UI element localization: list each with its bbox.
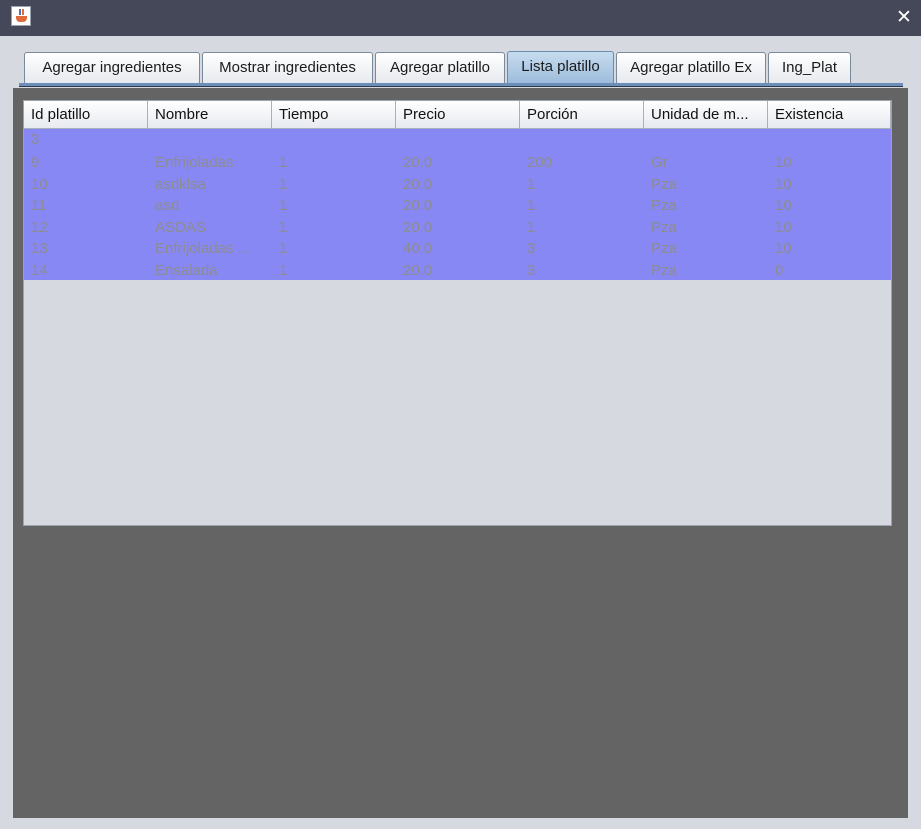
cell-unidad: Gr <box>651 154 668 171</box>
cell-tiempo: 1 <box>279 262 288 279</box>
java-cup-icon <box>11 6 31 26</box>
table-row[interactable]: 11 asd 1 20.0 1 Pza 10 <box>24 195 891 216</box>
cell-tiempo: 1 <box>279 176 288 193</box>
cell-porcion: 1 <box>527 176 536 193</box>
cell-precio: 40.0 <box>403 240 433 257</box>
cell-nombre: ASDAS <box>155 219 206 236</box>
cell-id-platillo: 12 <box>31 219 48 236</box>
cell-porcion: 3 <box>527 240 536 257</box>
cell-precio: 20.0 <box>403 219 433 236</box>
tab-mostrar-ingredientes[interactable]: Mostrar ingredientes <box>202 52 373 83</box>
cell-porcion: 1 <box>527 219 536 236</box>
cell-existencia <box>768 129 891 150</box>
column-header-unidad-de-medida[interactable]: Unidad de m... <box>644 101 768 129</box>
cell-id-platillo: 11 <box>31 197 47 214</box>
table-body: 3 9 Enfrijoladas 1 20.0 200 Gr 10 10 asd… <box>24 129 891 280</box>
tab-lista-platillo[interactable]: Lista platillo <box>507 51 614 83</box>
cell-unidad: Pza <box>651 219 677 236</box>
cell-id-platillo: 9 <box>31 154 40 171</box>
cell-precio: 20.0 <box>403 262 433 279</box>
table-row[interactable]: 14 Ensalada 1 20.0 3 Pza 0 <box>24 260 891 281</box>
tab-agregar-platillo-ex[interactable]: Agregar platillo Ex <box>616 52 766 83</box>
cell-existencia: 10 <box>775 176 792 193</box>
cell-tiempo: 1 <box>279 197 288 214</box>
cell-unidad <box>644 129 768 150</box>
table-header: Id platillo Nombre Tiempo Precio Porción… <box>24 101 891 129</box>
cell-precio: 20.0 <box>403 176 433 193</box>
table-row[interactable]: 12 ASDAS 1 20.0 1 Pza 10 <box>24 217 891 238</box>
cell-porcion: 3 <box>527 262 536 279</box>
cell-tiempo: 1 <box>279 240 288 257</box>
column-header-porcion[interactable]: Porción <box>520 101 644 129</box>
column-header-precio[interactable]: Precio <box>396 101 520 129</box>
cell-existencia: 10 <box>775 240 792 257</box>
column-header-existencia[interactable]: Existencia <box>768 101 891 129</box>
tab-divider <box>19 86 903 87</box>
tab-ing-plat[interactable]: Ing_Plat <box>768 52 851 83</box>
close-icon[interactable]: ✕ <box>891 5 917 29</box>
cell-id-platillo: 10 <box>31 176 48 193</box>
cell-porcion: 1 <box>527 197 536 214</box>
cell-id-platillo: 14 <box>31 262 48 279</box>
cell-precio <box>396 129 520 150</box>
cell-porcion <box>520 129 644 150</box>
table-row[interactable]: 10 asdklsa 1 20.0 1 Pza 10 <box>24 174 891 195</box>
cell-precio: 20.0 <box>403 197 433 214</box>
column-header-tiempo[interactable]: Tiempo <box>272 101 396 129</box>
column-header-nombre[interactable]: Nombre <box>148 101 272 129</box>
cell-nombre <box>148 129 272 150</box>
title-bar[interactable]: ✕ <box>0 0 921 36</box>
cell-id-platillo: 13 <box>31 240 48 257</box>
cell-nombre: Enfrijoladas ... <box>155 240 251 257</box>
application-window: ✕ Agregar ingredientes Mostrar ingredien… <box>0 0 921 829</box>
cell-nombre: asd <box>155 197 180 214</box>
cell-nombre: asdklsa <box>155 176 206 193</box>
table-row[interactable]: 13 Enfrijoladas ... 1 40.0 3 Pza 10 <box>24 238 891 259</box>
cell-nombre: Enfrijoladas <box>155 154 234 171</box>
cell-existencia: 0 <box>775 262 784 279</box>
tab-agregar-ingredientes[interactable]: Agregar ingredientes <box>24 52 200 83</box>
tab-bar: Agregar ingredientes Mostrar ingrediente… <box>19 51 903 86</box>
cell-tiempo: 1 <box>279 219 288 236</box>
cell-unidad: Pza <box>651 176 677 193</box>
table-row[interactable]: 3 <box>24 129 891 150</box>
column-header-id-platillo[interactable]: Id platillo <box>24 101 148 129</box>
cell-precio: 20.0 <box>403 154 433 171</box>
tab-agregar-platillo[interactable]: Agregar platillo <box>375 52 505 83</box>
cell-tiempo: 1 <box>279 154 288 171</box>
cell-id-platillo: 3 <box>31 131 40 148</box>
cell-nombre: Ensalada <box>155 262 218 279</box>
cell-unidad: Pza <box>651 197 677 214</box>
table-row[interactable]: 9 Enfrijoladas 1 20.0 200 Gr 10 <box>24 152 891 173</box>
cell-existencia: 10 <box>775 154 792 171</box>
cell-unidad: Pza <box>651 262 677 279</box>
cell-existencia: 10 <box>775 197 792 214</box>
cell-existencia: 10 <box>775 219 792 236</box>
cell-tiempo <box>272 129 396 150</box>
cell-unidad: Pza <box>651 240 677 257</box>
cell-porcion: 200 <box>527 154 553 171</box>
